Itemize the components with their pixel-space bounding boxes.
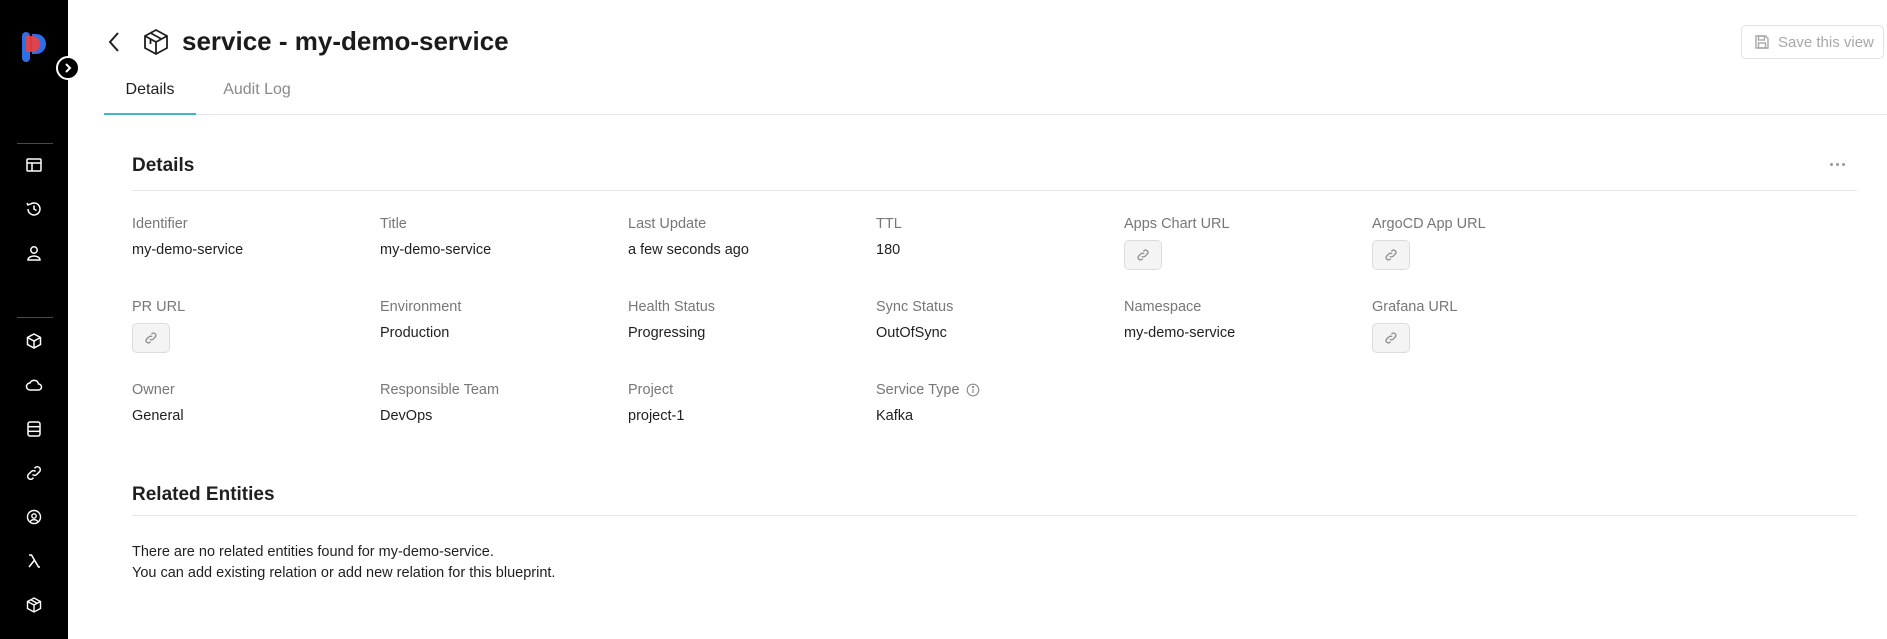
- link-icon: [1385, 332, 1397, 344]
- argocd-app-url-link-button[interactable]: [1372, 240, 1410, 270]
- field-argocd-app-url: ArgoCD App URL: [1372, 216, 1612, 270]
- field-ttl: TTL 180: [876, 216, 1116, 258]
- sidebar: [0, 0, 68, 639]
- field-health-status: Health Status Progressing: [628, 299, 868, 341]
- field-label: Grafana URL: [1372, 299, 1458, 315]
- field-label: ArgoCD App URL: [1372, 216, 1486, 232]
- field-value: project-1: [628, 408, 685, 424]
- field-label: Apps Chart URL: [1124, 216, 1230, 232]
- lambda-icon[interactable]: [24, 551, 44, 571]
- empty-message-line: You can add existing relation or add new…: [132, 565, 556, 581]
- related-entities-empty-message: There are no related entities found for …: [132, 542, 555, 584]
- field-project: Project project-1: [628, 382, 868, 424]
- tab-audit-log-label: Audit Log: [223, 81, 291, 98]
- related-entities-title: Related Entities: [132, 484, 275, 505]
- field-value: 180: [876, 242, 901, 258]
- tab-audit-log[interactable]: Audit Log: [204, 78, 310, 115]
- catalog-icon[interactable]: [24, 155, 44, 175]
- field-value: DevOps: [380, 408, 433, 424]
- field-environment: Environment Production: [380, 299, 620, 341]
- field-identifier: Identifier my-demo-service: [132, 216, 372, 258]
- info-icon[interactable]: [966, 383, 980, 397]
- field-label: PR URL: [132, 299, 186, 315]
- field-value: General: [132, 408, 184, 424]
- field-sync-status: Sync Status OutOfSync: [876, 299, 1116, 341]
- field-label: Service Type: [876, 382, 1116, 398]
- link-icon: [1385, 249, 1397, 261]
- field-label: Health Status: [628, 299, 716, 315]
- grafana-url-link-button[interactable]: [1372, 323, 1410, 353]
- field-label: Environment: [380, 299, 462, 315]
- field-value: my-demo-service: [1124, 325, 1236, 341]
- service-blueprint-icon: [144, 28, 168, 56]
- field-apps-chart-url: Apps Chart URL: [1124, 216, 1364, 270]
- section-divider: [132, 515, 1857, 516]
- tab-details-label: Details: [125, 81, 175, 98]
- field-label: Last Update: [628, 216, 707, 232]
- field-label: Namespace: [1124, 299, 1202, 315]
- sidebar-divider: [17, 317, 53, 318]
- tab-details[interactable]: Details: [104, 78, 196, 115]
- user-icon[interactable]: [24, 243, 44, 263]
- details-section-title: Details: [132, 155, 195, 176]
- back-button[interactable]: [106, 28, 128, 56]
- chevron-right-icon: [65, 63, 72, 73]
- save-view-label: Save this view: [1778, 33, 1874, 51]
- field-label: Project: [628, 382, 674, 398]
- field-label-text: Service Type: [876, 382, 960, 398]
- tab-bar: Details Audit Log: [104, 78, 1887, 115]
- cube-icon[interactable]: [24, 331, 44, 351]
- chevron-left-icon: [108, 32, 119, 52]
- pr-url-link-button[interactable]: [132, 323, 170, 353]
- more-options-button[interactable]: [1826, 156, 1848, 172]
- field-label: Title: [380, 216, 407, 232]
- field-label: Responsible Team: [380, 382, 500, 398]
- field-owner: Owner General: [132, 382, 372, 424]
- field-namespace: Namespace my-demo-service: [1124, 299, 1364, 341]
- blueprint-icon[interactable]: [24, 595, 44, 615]
- save-icon: [1755, 35, 1769, 49]
- link-icon: [145, 332, 157, 344]
- field-value: a few seconds ago: [628, 242, 749, 258]
- field-label: Sync Status: [876, 299, 954, 315]
- team-icon[interactable]: [24, 507, 44, 527]
- field-value: Production: [380, 325, 450, 341]
- sidebar-divider: [17, 143, 53, 144]
- field-pr-url: PR URL: [132, 299, 372, 353]
- field-title: Title my-demo-service: [380, 216, 620, 258]
- field-service-type: Service Type Kafka: [876, 382, 1116, 424]
- field-last-update: Last Update a few seconds ago: [628, 216, 868, 258]
- field-value: Kafka: [876, 408, 914, 424]
- field-value: OutOfSync: [876, 325, 947, 341]
- link-icon: [1137, 249, 1149, 261]
- field-value: my-demo-service: [380, 242, 492, 258]
- field-label: TTL: [876, 216, 902, 232]
- section-divider: [132, 190, 1857, 191]
- empty-message-line: There are no related entities found for …: [132, 544, 494, 560]
- field-grafana-url: Grafana URL: [1372, 299, 1612, 353]
- cloud-icon[interactable]: [24, 375, 44, 395]
- field-label: Owner: [132, 382, 175, 398]
- save-view-button[interactable]: Save this view: [1741, 25, 1884, 59]
- history-icon[interactable]: [24, 199, 44, 219]
- field-value: Progressing: [628, 325, 706, 341]
- field-label: Identifier: [132, 216, 188, 232]
- link-icon[interactable]: [24, 463, 44, 483]
- expand-sidebar-button[interactable]: [56, 56, 80, 80]
- apps-chart-url-link-button[interactable]: [1124, 240, 1162, 270]
- database-icon[interactable]: [24, 419, 44, 439]
- port-logo[interactable]: [22, 32, 48, 62]
- field-value: my-demo-service: [132, 242, 244, 258]
- field-responsible-team: Responsible Team DevOps: [380, 382, 620, 424]
- page-title: service - my-demo-service: [182, 26, 509, 56]
